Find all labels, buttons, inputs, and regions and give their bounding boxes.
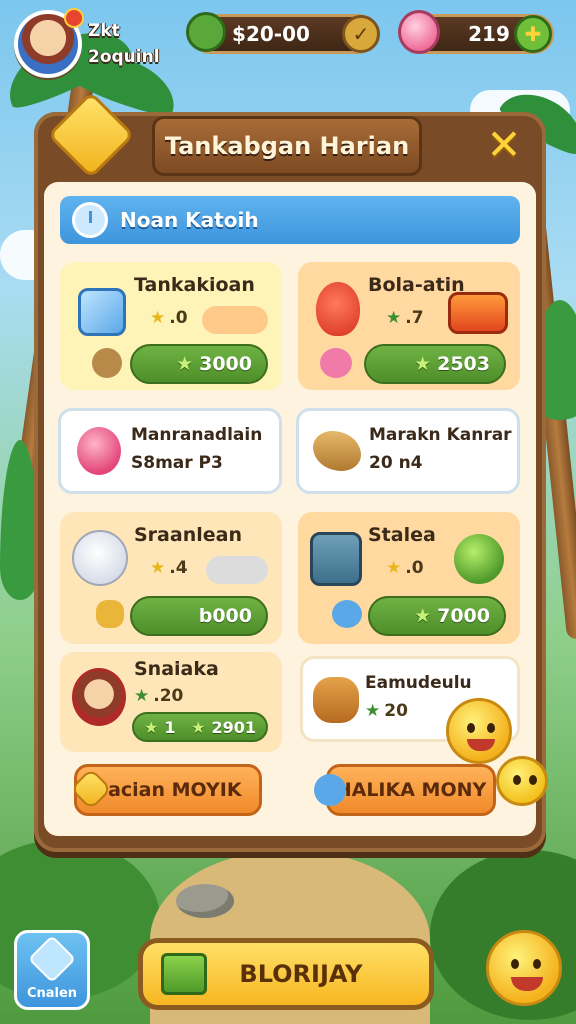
mascot-eye: [467, 723, 475, 733]
card-title: Marakn Kanrar: [369, 425, 512, 445]
card-stat: ★ .0: [150, 308, 188, 328]
progress-pill: [206, 556, 268, 584]
heart-gem-icon: [398, 10, 440, 54]
mission-card[interactable]: Manranadlain S8mar P3: [58, 408, 282, 494]
card-title: Bola-atin: [368, 274, 465, 296]
reward-value: 3000: [199, 353, 252, 375]
emoji-mouth: [511, 977, 543, 991]
mission-card[interactable]: Stalea ★ .0 ★ 7000: [298, 512, 520, 644]
clock-icon: [72, 202, 108, 238]
panel-title: Tankabgan Harian: [152, 116, 422, 176]
mission-banner: Noan Katoih: [60, 196, 520, 244]
robot-icon: [310, 532, 362, 586]
card-title: Sraanlean: [134, 524, 242, 546]
card-title: Manranadlain: [131, 425, 263, 445]
card-stat-value: 20: [384, 701, 408, 721]
coupon-button[interactable]: Cnalen: [14, 930, 90, 1010]
play-label: BLORIJAY: [239, 960, 363, 988]
rock: [176, 884, 234, 918]
ghost-icon: [72, 530, 128, 586]
main-play-button[interactable]: BLORIJAY: [138, 938, 434, 1010]
claim-reward-button[interactable]: ★ 3000: [130, 344, 268, 384]
card-stat: ★ .4: [150, 558, 188, 578]
giraffe-icon: [496, 756, 548, 806]
treasure-chest-icon: [448, 292, 508, 334]
card-stat-value: .20: [153, 686, 184, 706]
player-name: Zkt: [88, 21, 120, 41]
mission-card[interactable]: Bola-atin ★ .7 ★ 2503: [298, 262, 520, 390]
ice-cube-icon: [78, 288, 126, 336]
gem-value: 219: [468, 22, 510, 46]
coupon-label: Cnalen: [26, 986, 78, 1001]
mascot-eye: [529, 775, 537, 785]
lime-icon: [454, 534, 504, 584]
emoji-eye: [511, 959, 519, 969]
mission-card[interactable]: Tankakioan ★ .0 ★ 3000: [60, 262, 282, 390]
strawberry-icon: [316, 282, 360, 336]
reward-value: b000: [198, 605, 252, 627]
player-info: Zkt 2oquinl: [88, 18, 160, 70]
claim-reward-button[interactable]: ★ 1 ★ 2901: [132, 712, 268, 742]
fish-bone-icon: [313, 431, 361, 471]
claim-reward-button[interactable]: ★ 7000: [368, 596, 506, 636]
card-stat: ★ .0: [386, 558, 424, 578]
bow-icon: [96, 600, 124, 628]
mascot-character: [446, 698, 512, 764]
chest-icon: [161, 953, 207, 995]
card-stat-value: .7: [405, 308, 424, 328]
card-stat: ★ 20: [365, 701, 408, 721]
reward-right: ★ 2901: [191, 717, 256, 737]
berry-icon: [77, 427, 121, 475]
card-stat: ★ .20: [134, 686, 184, 706]
mission-card[interactable]: Sraanlean ★ .4 b000: [60, 512, 282, 644]
acorn-icon: [92, 348, 122, 378]
card-stat-value: .0: [405, 558, 424, 578]
card-stat-value: .0: [169, 308, 188, 328]
right-action-label: HALIKA MONY: [335, 779, 487, 801]
progress-pill: [202, 306, 268, 334]
card-stat: ★ .7: [386, 308, 424, 328]
add-coins-button[interactable]: ✓: [342, 15, 380, 53]
card-title: Snaiaka: [134, 658, 219, 680]
coin-value: $20-00: [232, 22, 310, 46]
reward-left: ★ 1: [144, 717, 176, 737]
player-avatar[interactable]: [14, 8, 84, 78]
card-title: Stalea: [368, 524, 436, 546]
reward-value: 7000: [437, 605, 490, 627]
card-subtitle: S8mar P3: [131, 453, 223, 473]
mascot-eye: [487, 723, 495, 733]
notification-badge: [64, 8, 84, 28]
mascot-mouth: [467, 739, 495, 751]
tag-icon: [27, 934, 77, 984]
right-action-button[interactable]: HALIKA MONY: [326, 764, 496, 816]
reward-right-value: 2901: [211, 717, 256, 737]
banner-label: Noan Katoih: [120, 208, 259, 232]
card-subtitle: 20 n4: [369, 453, 423, 473]
reward-left-value: 1: [164, 717, 176, 737]
mission-card[interactable]: Marakn Kanrar 20 n4: [296, 408, 520, 494]
bread-icon: [313, 677, 359, 723]
claim-reward-button[interactable]: ★ 2503: [364, 344, 506, 384]
reward-value: 2503: [437, 353, 490, 375]
leaf-icon: [186, 12, 226, 52]
card-title: Tankakioan: [134, 274, 255, 296]
card-title: Eamudeulu: [365, 673, 472, 693]
mascot-eye: [513, 775, 521, 785]
mission-card[interactable]: Snaiaka ★ .20 ★ 1 ★ 2901: [60, 652, 282, 752]
card-stat-value: .4: [169, 558, 188, 578]
player-level: 2oquinl: [88, 47, 160, 67]
left-action-label: Sacian MOYIK: [94, 779, 242, 801]
water-drop-icon: [314, 774, 346, 806]
add-gems-button[interactable]: ✚: [514, 15, 552, 53]
butterfly-icon: [332, 600, 362, 628]
close-button[interactable]: ✕: [480, 120, 528, 169]
candy-icon: [320, 348, 352, 378]
claim-reward-button[interactable]: b000: [130, 596, 268, 636]
emoji-eye: [533, 959, 541, 969]
emoji-button[interactable]: [486, 930, 562, 1006]
adventurer-icon: [72, 668, 126, 726]
